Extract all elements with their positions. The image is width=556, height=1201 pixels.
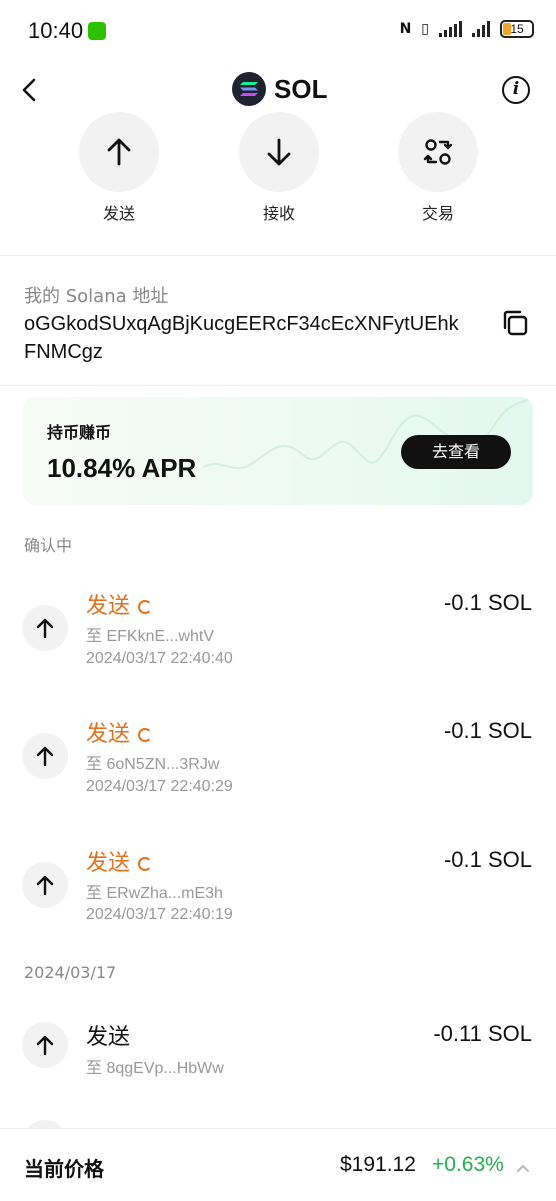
receive-label: 接收 xyxy=(262,204,295,223)
staking-card[interactable]: 持币赚币 10.84% APR 去查看 xyxy=(23,397,533,505)
chevron-up-icon[interactable] xyxy=(516,1161,530,1175)
arrow-up-icon xyxy=(107,138,131,166)
pending-spinner-icon xyxy=(138,728,153,742)
staking-apr: 10.84% APR xyxy=(47,453,197,483)
address-label: 我的 Solana 地址 xyxy=(24,286,169,307)
battery-level: 15 xyxy=(510,22,524,36)
tx-send-icon xyxy=(22,605,68,651)
back-icon[interactable] xyxy=(18,76,42,104)
wechat-notification-icon xyxy=(88,22,106,40)
tx-type-label: 发送 xyxy=(86,722,131,747)
tx-timestamp: 2024/03/17 22:40:29 xyxy=(86,778,233,795)
signal-2-icon xyxy=(472,21,490,37)
price-bar[interactable]: 当前价格 $191.12 +0.63% xyxy=(0,1128,556,1201)
swap-button[interactable] xyxy=(398,112,478,192)
tx-recipient: 至 6oN5ZN...3RJw xyxy=(86,756,220,773)
current-price: $191.12 xyxy=(340,1153,416,1176)
tx-type[interactable]: 发送 xyxy=(86,1019,130,1051)
page-title-group: SOL xyxy=(232,72,327,106)
copy-icon[interactable] xyxy=(500,308,530,338)
send-label: 发送 xyxy=(102,204,135,223)
tx-amount: -0.1 SOL xyxy=(443,718,532,743)
tx-type[interactable]: 发送 xyxy=(86,716,153,748)
pending-section-label: 确认中 xyxy=(24,536,73,555)
pending-spinner-icon xyxy=(138,857,153,871)
tx-type[interactable]: 发送 xyxy=(86,845,153,877)
wallet-address: oGGkodSUxqAgBjKucgEERcF34cEcXNFytUEhkFNM… xyxy=(24,313,459,363)
status-icons: N ▯ 15 xyxy=(400,20,534,38)
tx-type[interactable]: 发送 xyxy=(86,588,153,620)
tx-send-icon xyxy=(22,862,68,908)
tx-type-label: 发送 xyxy=(86,851,131,876)
staking-title: 持币赚币 xyxy=(47,423,112,442)
status-bar: 10:40 N ▯ 15 xyxy=(0,0,556,64)
swap-icon xyxy=(423,139,453,165)
view-staking-button[interactable]: 去查看 xyxy=(401,435,511,469)
solana-logo-icon xyxy=(232,72,266,106)
tx-amount: -0.1 SOL xyxy=(443,847,532,872)
tx-recipient: 至 8qgEVp...HbWw xyxy=(86,1060,224,1077)
swap-label: 交易 xyxy=(421,204,454,223)
divider xyxy=(0,385,556,386)
battery-icon: 15 xyxy=(500,20,534,38)
current-price-label: 当前价格 xyxy=(24,1157,104,1181)
price-change: +0.63% xyxy=(432,1153,504,1176)
tx-type-label: 发送 xyxy=(86,594,131,619)
date-section-label: 2024/03/17 xyxy=(24,963,117,982)
tx-recipient: 至 ERwZha...mE3h xyxy=(86,885,223,902)
tx-timestamp: 2024/03/17 22:40:40 xyxy=(86,650,233,667)
signal-1-icon xyxy=(439,21,462,37)
page-title: SOL xyxy=(274,73,328,104)
tx-send-icon xyxy=(22,733,68,779)
info-icon[interactable]: i xyxy=(502,76,530,104)
receive-button[interactable] xyxy=(239,112,319,192)
tx-amount: -0.11 SOL xyxy=(433,1021,532,1046)
arrow-down-icon xyxy=(267,138,291,166)
tx-send-icon xyxy=(22,1022,68,1068)
tx-timestamp: 2024/03/17 22:40:19 xyxy=(86,906,233,923)
vibrate-icon: ▯ xyxy=(421,21,429,37)
send-button[interactable] xyxy=(79,112,159,192)
divider xyxy=(0,255,556,256)
tx-amount: -0.1 SOL xyxy=(443,590,532,615)
pending-spinner-icon xyxy=(138,600,153,614)
tx-recipient: 至 EFKknE...whtV xyxy=(86,628,215,645)
nfc-icon: N xyxy=(399,21,412,37)
status-time: 10:40 xyxy=(28,18,84,43)
